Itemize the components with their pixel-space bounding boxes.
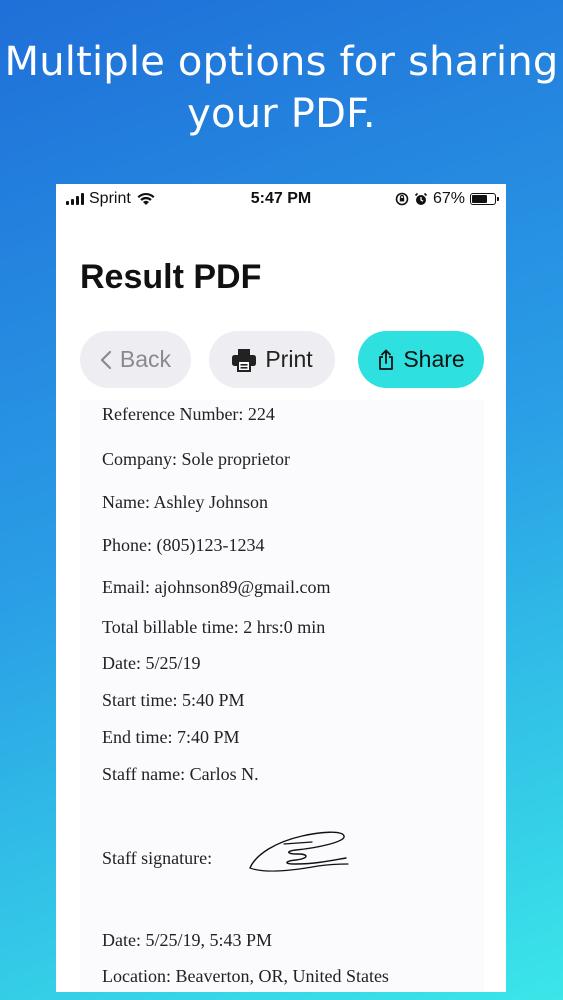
share-button-label: Share — [403, 346, 465, 372]
pdf-reference-number: Reference Number: 224 — [102, 404, 275, 424]
signature-image — [249, 831, 349, 872]
orientation-lock-icon — [395, 192, 409, 206]
pdf-email: Email: ajohnson89@gmail.com — [102, 577, 331, 597]
pdf-phone: Phone: (805)123-1234 — [102, 535, 265, 555]
pdf-start-time: Start time: 5:40 PM — [102, 690, 245, 710]
action-buttons: Back Print Share — [80, 331, 490, 388]
phone-screen: Sprint 5:47 PM 67% Result PDF Back Print… — [56, 184, 506, 992]
pdf-end-time: End time: 7:40 PM — [102, 727, 240, 747]
status-bar: Sprint 5:47 PM 67% — [56, 184, 506, 214]
promo-headline-line2: your PDF. — [187, 91, 376, 137]
battery-icon — [470, 193, 499, 205]
printer-icon — [232, 348, 257, 372]
back-button-label: Back — [119, 346, 172, 372]
page-title: Result PDF — [80, 258, 262, 296]
share-button[interactable]: Share — [358, 331, 484, 388]
pdf-company: Company: Sole proprietor — [102, 449, 290, 469]
print-button-label: Print — [265, 346, 313, 372]
share-icon — [379, 349, 394, 370]
pdf-location: Location: Beaverton, OR, United States — [102, 966, 389, 986]
pdf-signed-date: Date: 5/25/19, 5:43 PM — [102, 930, 272, 950]
alarm-icon — [414, 192, 428, 205]
pdf-signature-label: Staff signature: — [102, 848, 213, 868]
back-button[interactable]: Back — [80, 331, 191, 388]
battery-percent: 67% — [432, 190, 465, 207]
pdf-name: Name: Ashley Johnson — [102, 492, 268, 512]
promo-headline: Multiple options for sharing your PDF. — [0, 36, 563, 140]
pdf-date: Date: 5/25/19 — [102, 653, 201, 673]
pdf-preview[interactable]: Reference Number: 224 Company: Sole prop… — [80, 400, 484, 992]
promo-headline-line1: Multiple options for sharing — [4, 39, 559, 85]
pdf-billable-time: Total billable time: 2 hrs:0 min — [102, 617, 326, 637]
signal-icon — [66, 193, 84, 205]
pdf-staff-name: Staff name: Carlos N. — [102, 764, 259, 784]
wifi-icon — [137, 192, 155, 205]
chevron-left-icon — [100, 350, 112, 369]
print-button[interactable]: Print — [209, 331, 335, 388]
carrier-name: Sprint — [89, 190, 131, 207]
